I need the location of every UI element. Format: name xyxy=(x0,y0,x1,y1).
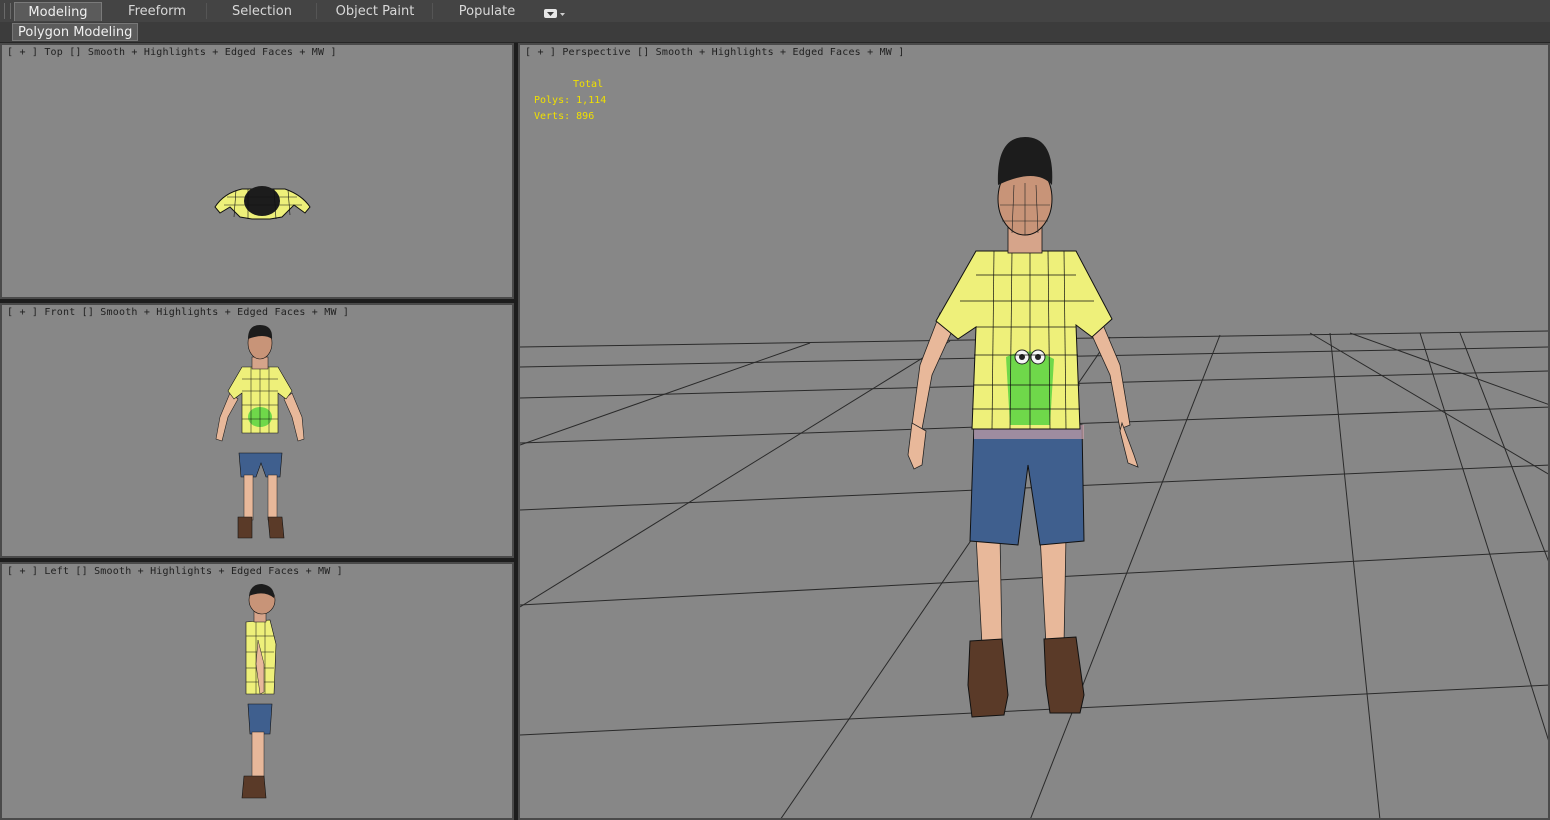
polygon-modeling-tab[interactable]: Polygon Modeling xyxy=(12,23,139,41)
dropdown-menu-icon[interactable] xyxy=(543,5,567,18)
tab-divider xyxy=(206,3,207,19)
tab-divider xyxy=(316,3,317,19)
tab-populate[interactable]: Populate xyxy=(440,2,534,21)
viewport-perspective[interactable]: [ + ] Perspective [] Smooth + Highlights… xyxy=(518,43,1550,820)
tab-modeling[interactable]: Modeling xyxy=(14,2,102,21)
character-top-view xyxy=(214,186,311,220)
tab-object-paint[interactable]: Object Paint xyxy=(322,2,428,21)
character-front-view xyxy=(215,325,305,539)
tab-freeform[interactable]: Freeform xyxy=(112,2,202,21)
character-perspective-view xyxy=(907,137,1139,718)
tab-divider xyxy=(432,3,433,19)
character-side-view xyxy=(241,584,277,799)
tab-selection[interactable]: Selection xyxy=(212,2,312,21)
ribbon-tab-bar: Modeling Freeform Selection Object Paint… xyxy=(0,0,1550,23)
ribbon-grip-handle[interactable] xyxy=(4,3,11,19)
viewport-top[interactable]: [ + ] Top [] Smooth + Highlights + Edged… xyxy=(0,43,514,299)
viewport-left[interactable]: [ + ] Left [] Smooth + Highlights + Edge… xyxy=(0,562,514,820)
ribbon-sub-bar: Polygon Modeling xyxy=(0,22,1550,43)
viewport-front[interactable]: [ + ] Front [] Smooth + Highlights + Edg… xyxy=(0,303,514,558)
